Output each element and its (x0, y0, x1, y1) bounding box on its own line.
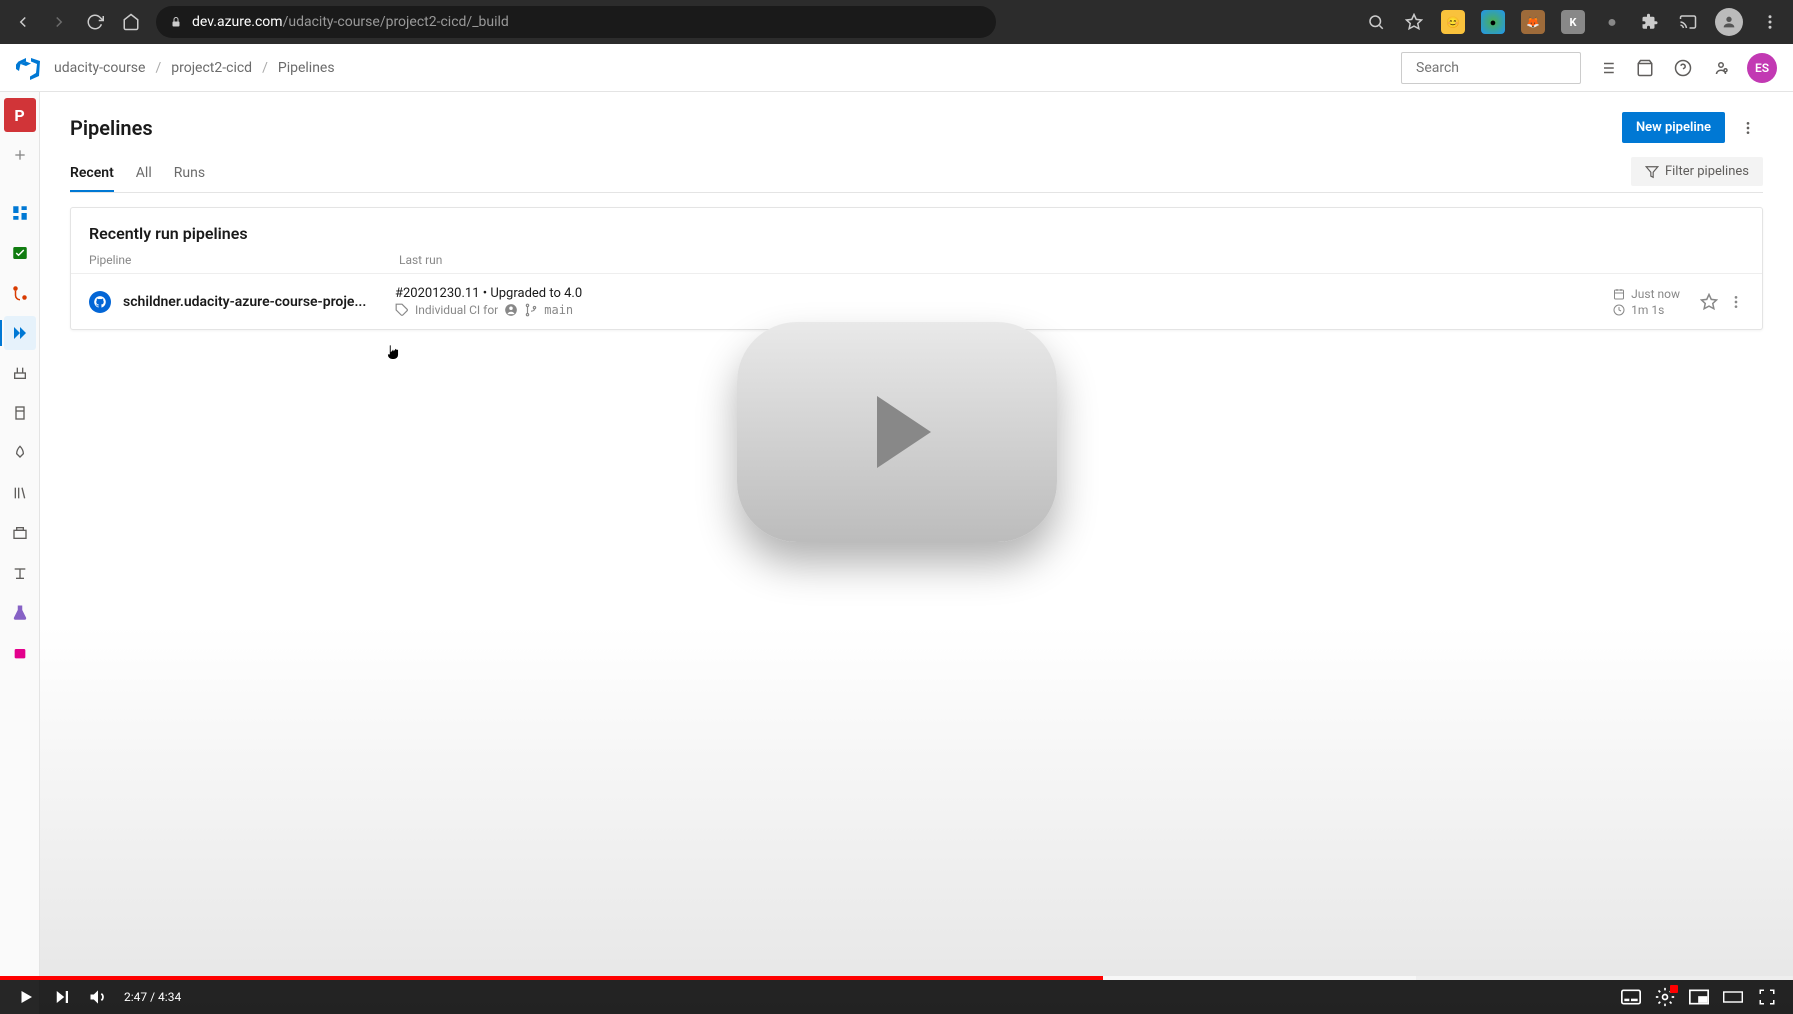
fullscreen-button[interactable] (1757, 987, 1777, 1007)
nav-releases[interactable] (4, 396, 36, 430)
nav-artifacts[interactable] (4, 636, 36, 670)
forward-button[interactable] (48, 11, 70, 33)
run-id-title: #20201230.11 • Upgraded to 4.0 (395, 286, 1613, 301)
profile-avatar[interactable] (1715, 8, 1743, 36)
nav-deployment[interactable] (4, 556, 36, 590)
calendar-icon (1613, 288, 1625, 300)
progress-buffered (1103, 976, 1417, 980)
run-reason: Individual CI for (415, 303, 498, 317)
video-play-overlay[interactable] (737, 322, 1057, 542)
new-pipeline-button[interactable]: New pipeline (1622, 112, 1725, 143)
extension-3[interactable]: 🦊 (1521, 10, 1545, 34)
breadcrumb-sep: / (155, 60, 161, 76)
pipeline-row[interactable]: schildner.udacity-azure-course-proje... … (71, 273, 1762, 329)
branch-icon (524, 303, 538, 317)
user-settings-icon[interactable] (1709, 56, 1733, 80)
col-pipeline: Pipeline (89, 253, 399, 267)
url-bar[interactable]: dev.azure.com/udacity-course/project2-ci… (156, 6, 996, 38)
nav-test-plans[interactable] (4, 596, 36, 630)
tab-all[interactable]: All (136, 159, 152, 191)
help-icon[interactable] (1671, 56, 1695, 80)
marketplace-icon[interactable] (1633, 56, 1657, 80)
lock-icon (170, 16, 182, 28)
azure-devops-logo[interactable] (16, 56, 40, 80)
extension-dot[interactable]: ● (1601, 11, 1623, 33)
extension-1[interactable]: 😊 (1441, 10, 1465, 34)
page-more-button[interactable] (1733, 113, 1763, 143)
favorite-star-icon[interactable] (1700, 293, 1718, 311)
filter-pipelines-button[interactable]: Filter pipelines (1631, 157, 1763, 186)
miniplayer-button[interactable] (1689, 987, 1709, 1007)
reload-button[interactable] (84, 11, 106, 33)
bookmark-star-icon[interactable] (1403, 11, 1425, 33)
app-top-bar: udacity-course / project2-cicd / Pipelin… (0, 44, 1793, 92)
url-path: /udacity-course/project2-cicd/_build (283, 14, 509, 30)
last-run-info: #20201230.11 • Upgraded to 4.0 Individua… (395, 286, 1613, 317)
extensions-puzzle-icon[interactable] (1639, 11, 1661, 33)
tab-runs[interactable]: Runs (174, 159, 205, 191)
breadcrumb-org[interactable]: udacity-course (54, 60, 145, 76)
video-time: 2:47 / 4:34 (124, 990, 181, 1004)
settings-button[interactable] (1655, 987, 1675, 1007)
next-button[interactable] (52, 987, 72, 1007)
back-button[interactable] (12, 11, 34, 33)
breadcrumb-sep: / (262, 60, 268, 76)
list-view-icon[interactable] (1595, 56, 1619, 80)
nav-library[interactable] (4, 476, 36, 510)
tabs: Recent All Runs Filter pipelines (70, 157, 1763, 193)
nav-pipelines[interactable] (4, 316, 36, 350)
browser-toolbar-icons: 😊 ● 🦊 K ● (1365, 8, 1781, 36)
video-controls: 2:47 / 4:34 (0, 976, 1793, 1014)
play-button[interactable] (16, 987, 36, 1007)
nav-project-icon[interactable]: P (4, 98, 36, 132)
column-headers: Pipeline Last run (71, 253, 1762, 273)
nav-task-groups[interactable] (4, 516, 36, 550)
browser-menu-icon[interactable] (1759, 11, 1781, 33)
person-icon (504, 303, 518, 317)
theater-button[interactable] (1723, 987, 1743, 1007)
main-content: Pipelines New pipeline Recent All Runs F… (40, 92, 1793, 1014)
left-nav: P (0, 92, 40, 1014)
nav-work-items[interactable] (4, 236, 36, 270)
nav-repos[interactable] (4, 276, 36, 310)
github-repo-icon (89, 291, 111, 313)
url-host: dev.azure.com (192, 14, 283, 30)
cast-icon[interactable] (1677, 11, 1699, 33)
run-time: Just now (1631, 287, 1680, 301)
tag-icon (395, 303, 409, 317)
run-duration: 1m 1s (1631, 303, 1664, 317)
breadcrumb: udacity-course / project2-cicd / Pipelin… (54, 60, 335, 76)
breadcrumb-page[interactable]: Pipelines (278, 60, 335, 76)
page-title: Pipelines (70, 116, 153, 140)
user-avatar[interactable]: ES (1747, 53, 1777, 83)
col-last-run: Last run (399, 253, 1744, 267)
row-more-icon[interactable] (1728, 294, 1744, 310)
extension-2[interactable]: ● (1481, 10, 1505, 34)
zoom-icon[interactable] (1365, 11, 1387, 33)
filter-icon (1645, 165, 1659, 179)
search-input[interactable] (1416, 60, 1594, 76)
filter-label: Filter pipelines (1665, 164, 1749, 179)
extension-k[interactable]: K (1561, 10, 1585, 34)
recent-pipelines-card: Recently run pipelines Pipeline Last run… (70, 207, 1763, 330)
breadcrumb-project[interactable]: project2-cicd (171, 60, 252, 76)
search-box[interactable] (1401, 52, 1581, 84)
nav-boards[interactable] (4, 196, 36, 230)
progress-played (0, 976, 1103, 980)
browser-chrome: dev.azure.com/udacity-course/project2-ci… (0, 0, 1793, 44)
clock-icon (1613, 304, 1625, 316)
run-meta: Just now 1m 1s (1613, 287, 1680, 317)
nav-rocket[interactable] (4, 436, 36, 470)
nav-environments[interactable] (4, 356, 36, 390)
tab-recent[interactable]: Recent (70, 159, 114, 191)
home-button[interactable] (120, 11, 142, 33)
pipeline-name: schildner.udacity-azure-course-proje... (123, 294, 395, 310)
card-title: Recently run pipelines (71, 208, 1762, 253)
cursor-pointer-icon (382, 342, 404, 364)
volume-button[interactable] (88, 987, 108, 1007)
branch-name: main (544, 303, 573, 317)
nav-add[interactable] (4, 138, 36, 172)
captions-button[interactable] (1621, 987, 1641, 1007)
